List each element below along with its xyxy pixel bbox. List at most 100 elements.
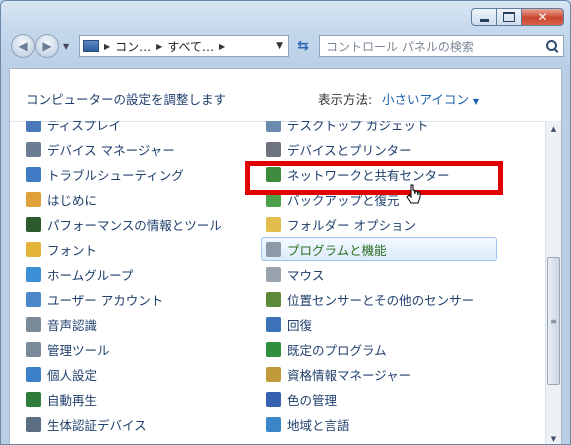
item-label: はじめに <box>47 192 98 208</box>
item-label: デバイス マネージャー <box>47 142 175 158</box>
control-panel-item-recovery[interactable]: 回復 <box>266 313 312 335</box>
minimize-button[interactable] <box>471 8 497 26</box>
device-manager-icon <box>26 141 41 157</box>
control-panel-item-devices-printers[interactable]: デバイスとプリンター <box>266 138 412 160</box>
troubleshooting-icon <box>26 166 41 182</box>
network-icon <box>266 166 281 182</box>
control-panel-item-sensor[interactable]: 位置センサーとその他のセンサー <box>266 288 474 310</box>
breadcrumb-chevron-icon[interactable]: ▶ <box>154 42 164 51</box>
back-button[interactable]: ◀ <box>11 34 35 58</box>
recovery-icon <box>266 316 281 332</box>
fonts-icon <box>26 241 41 257</box>
item-label: デスクトップ ガジェット <box>287 121 429 133</box>
getting-started-icon <box>26 191 41 207</box>
control-panel-item-personalization[interactable]: 個人設定 <box>26 363 97 385</box>
sensor-icon <box>266 291 281 307</box>
recent-pages-dropdown-icon[interactable]: ▼ <box>63 42 69 51</box>
breadcrumb-control-panel[interactable]: コン… <box>112 38 154 55</box>
search-placeholder: コントロール パネルの検索 <box>326 39 474 54</box>
control-panel-item-fonts[interactable]: フォント <box>26 238 97 260</box>
biometric-icon <box>26 416 41 432</box>
control-panel-item-display[interactable]: ディスプレイ <box>26 121 121 135</box>
item-label: フォルダー オプション <box>287 217 416 233</box>
control-panel-item-speech-recognition[interactable]: 音声認識 <box>26 313 97 335</box>
devices-printers-icon <box>266 141 281 157</box>
item-label: デバイスとプリンター <box>287 142 412 158</box>
search-icon[interactable] <box>545 39 559 53</box>
content-header: コンピューターの設定を調整します 表示方法: 小さいアイコン ▼ <box>10 69 561 122</box>
vertical-scrollbar[interactable]: ▲ ≡ ▼ <box>545 121 561 444</box>
control-panel-item-performance[interactable]: パフォーマンスの情報とツール <box>26 213 222 235</box>
forward-arrow-icon: ▶ <box>42 39 52 53</box>
content-pane: コンピューターの設定を調整します 表示方法: 小さいアイコン ▼ ディスプレイデバ… <box>9 68 562 444</box>
control-panel-item-getting-started[interactable]: はじめに <box>26 188 97 210</box>
item-label: 個人設定 <box>47 367 98 383</box>
control-panel-item-gadgets[interactable]: デスクトップ ガジェット <box>266 121 428 135</box>
personalization-icon <box>26 366 41 382</box>
control-panel-item-region-language[interactable]: 地域と言語 <box>266 413 350 435</box>
scroll-down-icon[interactable]: ▼ <box>546 431 561 444</box>
item-label: 生体認証デバイス <box>47 417 147 433</box>
control-panel-item-device-manager[interactable]: デバイス マネージャー <box>26 138 175 160</box>
item-label: プログラムと機能 <box>287 242 387 258</box>
control-panel-item-troubleshooting[interactable]: トラブルシューティング <box>26 163 184 185</box>
scrollbar-thumb[interactable]: ≡ <box>547 257 560 385</box>
address-dropdown-icon[interactable]: ▼ <box>271 41 288 51</box>
item-label: ネットワークと共有センター <box>287 167 450 183</box>
address-bar[interactable]: ▶ コン… ▶ すべて… ▶ ▼ <box>79 35 289 57</box>
control-panel-item-backup[interactable]: バックアップと復元 <box>266 188 400 210</box>
maximize-button[interactable] <box>496 8 522 26</box>
item-label: マウス <box>287 267 325 283</box>
control-panel-item-default-programs[interactable]: 既定のプログラム <box>266 338 387 360</box>
navigation-bar: ◀ ▶ ▼ ▶ コン… ▶ すべて… ▶ ▼ ⇆ コントロール パネルの検索 <box>9 34 564 60</box>
item-label: 色の管理 <box>287 392 338 408</box>
forward-button[interactable]: ▶ <box>35 34 59 58</box>
performance-icon <box>26 216 41 232</box>
control-panel-item-folder-options[interactable]: フォルダー オプション <box>266 213 416 235</box>
color-management-icon <box>266 391 281 407</box>
control-panel-window: ✕ ◀ ▶ ▼ ▶ コン… ▶ すべて… ▶ ▼ ⇆ コントロール パネルの検索… <box>0 0 571 445</box>
refresh-icon: ⇆ <box>297 38 309 54</box>
control-panel-item-color-management[interactable]: 色の管理 <box>266 388 337 410</box>
control-panel-item-admin-tools[interactable]: 管理ツール <box>26 338 110 360</box>
back-arrow-icon: ◀ <box>18 39 28 53</box>
control-panel-item-user-accounts[interactable]: ユーザー アカウント <box>26 288 163 310</box>
control-panel-item-credential[interactable]: 資格情報マネージャー <box>266 363 411 385</box>
programs-icon <box>266 241 281 257</box>
gadgets-icon <box>266 121 281 132</box>
item-label: トラブルシューティング <box>47 167 184 183</box>
backup-icon <box>266 191 281 207</box>
item-label: ディスプレイ <box>47 121 122 133</box>
view-by-label: 表示方法: <box>318 92 373 107</box>
control-panel-item-autoplay[interactable]: 自動再生 <box>26 388 97 410</box>
maximize-icon <box>503 12 515 22</box>
control-panel-item-programs[interactable]: プログラムと機能 <box>261 237 497 261</box>
user-accounts-icon <box>26 291 41 307</box>
view-by-value: 小さいアイコン <box>382 92 469 107</box>
default-programs-icon <box>266 341 281 357</box>
item-label: ユーザー アカウント <box>47 292 164 308</box>
control-panel-item-homegroup[interactable]: ホームグループ <box>26 263 133 285</box>
item-label: 管理ツール <box>47 342 110 358</box>
folder-options-icon <box>266 216 281 232</box>
item-label: 位置センサーとその他のセンサー <box>287 292 475 308</box>
admin-tools-icon <box>26 341 41 357</box>
scroll-up-icon[interactable]: ▲ <box>546 121 561 137</box>
control-panel-item-biometric[interactable]: 生体認証デバイス <box>26 413 147 435</box>
item-label: フォント <box>47 242 98 258</box>
close-button[interactable]: ✕ <box>521 8 564 26</box>
search-input[interactable]: コントロール パネルの検索 <box>319 35 564 57</box>
item-label: ホームグループ <box>47 267 134 283</box>
refresh-button[interactable]: ⇆ <box>292 35 314 57</box>
mouse-icon <box>266 266 281 282</box>
breadcrumb-all-items[interactable]: すべて… <box>164 38 217 55</box>
control-panel-item-network[interactable]: ネットワークと共有センター <box>266 163 450 185</box>
item-label: パフォーマンスの情報とツール <box>47 217 222 233</box>
breadcrumb-chevron-icon[interactable]: ▶ <box>217 42 227 51</box>
view-by-dropdown[interactable]: 小さいアイコン ▼ <box>382 89 479 108</box>
breadcrumb-chevron-icon[interactable]: ▶ <box>102 42 112 51</box>
control-panel-items: ディスプレイデバイス マネージャー トラブルシューティング はじめにパフォーマンスの… <box>10 121 547 444</box>
credential-icon <box>266 366 281 382</box>
control-panel-item-mouse[interactable]: マウス <box>266 263 325 285</box>
chevron-down-icon: ▼ <box>472 97 480 106</box>
